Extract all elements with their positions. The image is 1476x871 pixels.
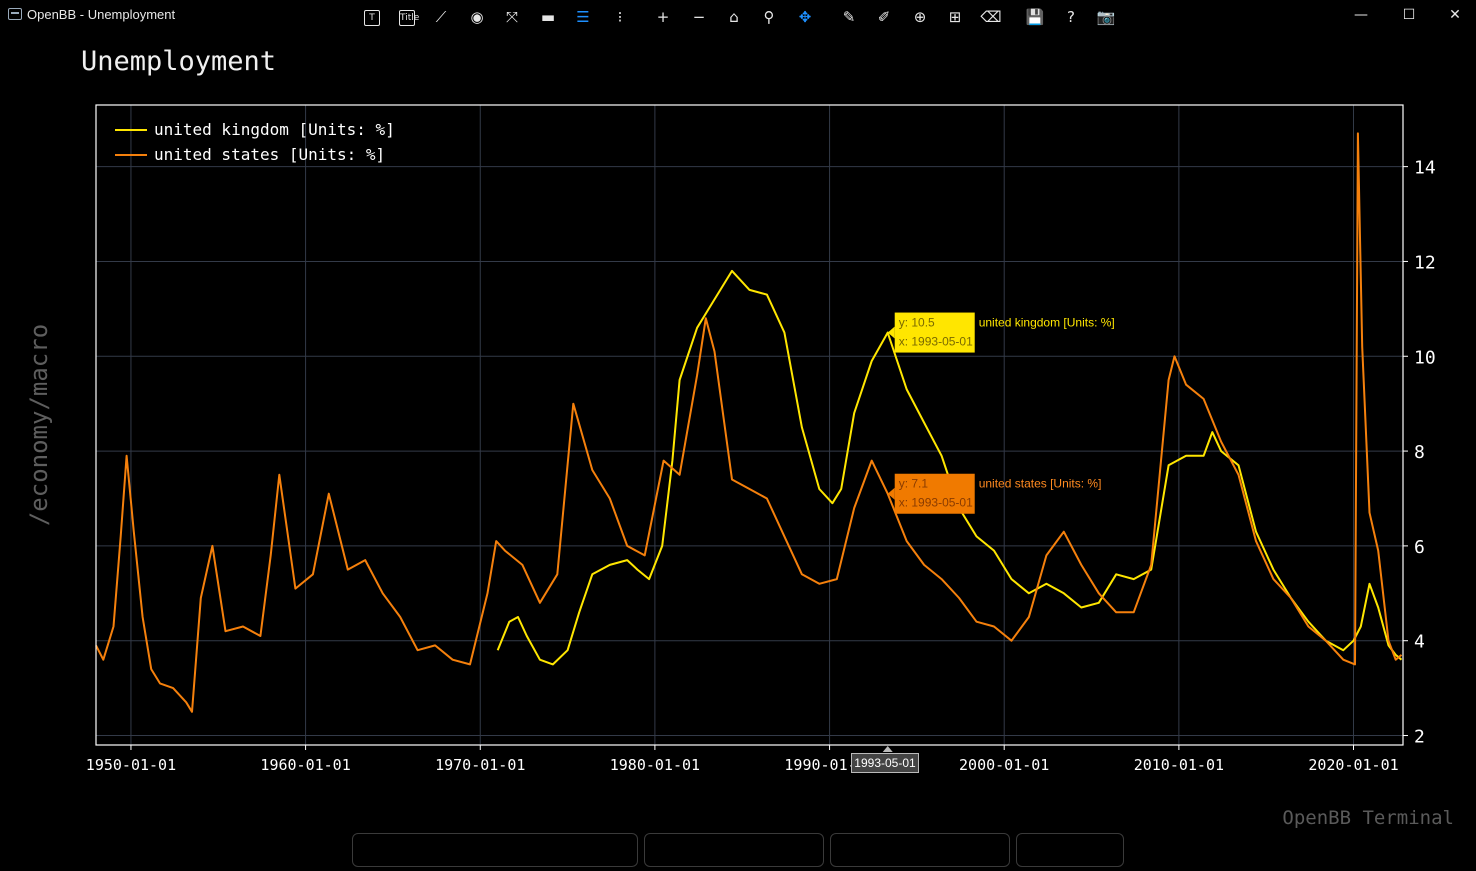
pan-icon[interactable]: ✥ [794,6,816,28]
modebar-group-draw [830,833,1010,867]
circle-target-icon[interactable]: ◉ [466,6,488,28]
draw-freeform-icon[interactable]: ✐ [873,6,895,28]
title-icon[interactable]: Title [399,10,419,26]
y-tick-label: 8 [1414,442,1425,463]
hover-series-name-uk: united kingdom [Units: %] [979,316,1115,330]
x-tick-label: 2010-01-01 [1134,756,1224,774]
x-tick-label: 1950-01-01 [86,756,176,774]
chart-area[interactable]: 1950-01-01 1960-01-01 1970-01-01 1980-01-01… [0,0,1476,871]
help-icon[interactable]: ? [1060,6,1082,28]
text-icon[interactable]: T [364,10,380,26]
erase-shape-icon[interactable]: ⌫ [980,6,1002,28]
autoscale-icon[interactable]: ⤧ [501,6,523,28]
line-chart-icon[interactable]: ⟋ [430,6,452,28]
hover-y-value-us: y: 7.1 [899,477,929,491]
us-series-line[interactable] [95,132,1403,713]
zoom-icon[interactable]: ⚲ [758,6,780,28]
y-tick-label: 10 [1414,347,1436,368]
hover-x-label: 1993-05-01 [851,753,919,773]
x-tick-label: 2000-01-01 [959,756,1049,774]
hover-x-value-uk: x: 1993-05-01 [899,335,973,349]
draw-rect-icon[interactable]: ⊞ [944,6,966,28]
camera-icon[interactable]: 📷 [1095,6,1117,28]
zoom-out-icon[interactable]: − [688,6,710,28]
x-tick-label: 2020-01-01 [1308,756,1398,774]
home-icon[interactable]: ⌂ [723,6,745,28]
brand-watermark: OpenBB Terminal [1282,807,1454,829]
dots-menu-icon[interactable]: ⁝ [609,6,631,28]
y-tick-label: 4 [1414,632,1425,653]
x-tick-label: 1970-01-01 [435,756,525,774]
x-tick-label: 1960-01-01 [260,756,350,774]
modebar-group-export [1016,833,1124,867]
hover-y-value-uk: y: 10.5 [899,316,935,330]
hover-x-value-us: x: 1993-05-01 [899,496,973,510]
x-tick-label: 1980-01-01 [610,756,700,774]
y-tick-label: 2 [1414,727,1425,748]
legend-label-us[interactable]: united states [Units: %] [154,145,385,164]
hover-x-pointer [882,746,893,752]
modebar-group-navigate [644,833,824,867]
toggle-lines-icon[interactable]: ☰ [572,6,594,28]
save-icon[interactable]: 💾 [1024,6,1046,28]
zoom-in-icon[interactable]: + [652,6,674,28]
y-tick-label: 14 [1414,158,1436,179]
modebar-group-annotate [352,833,638,867]
hover-series-name-us: united states [Units: %] [979,477,1102,491]
y-tick-label: 12 [1414,252,1436,273]
draw-circle-icon[interactable]: ⊕ [909,6,931,28]
draw-line-icon[interactable]: ✎ [838,6,860,28]
plot-frame [95,104,1404,746]
legend-label-uk[interactable]: united kingdom [Units: %] [154,120,395,139]
y-tick-label: 6 [1414,537,1425,558]
tag-icon[interactable]: ▬ [537,6,559,28]
